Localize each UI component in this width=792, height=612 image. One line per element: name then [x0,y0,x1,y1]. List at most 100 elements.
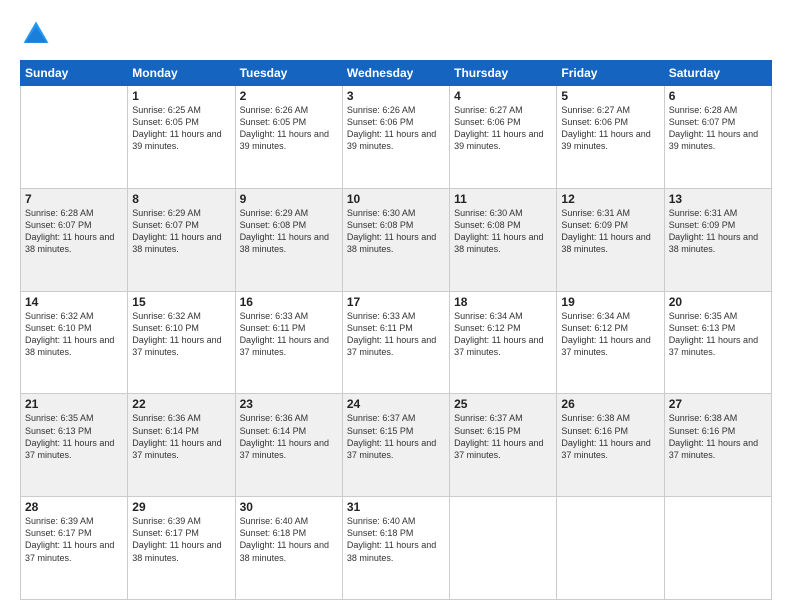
logo-icon [20,18,52,50]
day-number: 10 [347,192,445,206]
calendar-cell: 7Sunrise: 6:28 AM Sunset: 6:07 PM Daylig… [21,188,128,291]
calendar-cell: 24Sunrise: 6:37 AM Sunset: 6:15 PM Dayli… [342,394,449,497]
calendar-cell: 26Sunrise: 6:38 AM Sunset: 6:16 PM Dayli… [557,394,664,497]
cell-details: Sunrise: 6:28 AM Sunset: 6:07 PM Dayligh… [25,207,123,256]
calendar-cell: 14Sunrise: 6:32 AM Sunset: 6:10 PM Dayli… [21,291,128,394]
col-header-wednesday: Wednesday [342,61,449,86]
calendar-cell: 4Sunrise: 6:27 AM Sunset: 6:06 PM Daylig… [450,86,557,189]
cell-details: Sunrise: 6:33 AM Sunset: 6:11 PM Dayligh… [347,310,445,359]
cell-details: Sunrise: 6:40 AM Sunset: 6:18 PM Dayligh… [240,515,338,564]
cell-details: Sunrise: 6:27 AM Sunset: 6:06 PM Dayligh… [454,104,552,153]
calendar-cell: 29Sunrise: 6:39 AM Sunset: 6:17 PM Dayli… [128,497,235,600]
calendar-cell: 9Sunrise: 6:29 AM Sunset: 6:08 PM Daylig… [235,188,342,291]
day-number: 8 [132,192,230,206]
calendar-cell: 12Sunrise: 6:31 AM Sunset: 6:09 PM Dayli… [557,188,664,291]
logo [20,18,56,50]
calendar-cell: 21Sunrise: 6:35 AM Sunset: 6:13 PM Dayli… [21,394,128,497]
calendar-cell [664,497,771,600]
calendar-cell: 8Sunrise: 6:29 AM Sunset: 6:07 PM Daylig… [128,188,235,291]
cell-details: Sunrise: 6:38 AM Sunset: 6:16 PM Dayligh… [561,412,659,461]
cell-details: Sunrise: 6:28 AM Sunset: 6:07 PM Dayligh… [669,104,767,153]
calendar-cell: 5Sunrise: 6:27 AM Sunset: 6:06 PM Daylig… [557,86,664,189]
calendar-cell: 28Sunrise: 6:39 AM Sunset: 6:17 PM Dayli… [21,497,128,600]
cell-details: Sunrise: 6:37 AM Sunset: 6:15 PM Dayligh… [347,412,445,461]
cell-details: Sunrise: 6:31 AM Sunset: 6:09 PM Dayligh… [669,207,767,256]
calendar-cell: 13Sunrise: 6:31 AM Sunset: 6:09 PM Dayli… [664,188,771,291]
calendar-cell: 27Sunrise: 6:38 AM Sunset: 6:16 PM Dayli… [664,394,771,497]
cell-details: Sunrise: 6:36 AM Sunset: 6:14 PM Dayligh… [132,412,230,461]
cell-details: Sunrise: 6:29 AM Sunset: 6:07 PM Dayligh… [132,207,230,256]
day-number: 30 [240,500,338,514]
calendar-week-row: 7Sunrise: 6:28 AM Sunset: 6:07 PM Daylig… [21,188,772,291]
cell-details: Sunrise: 6:29 AM Sunset: 6:08 PM Dayligh… [240,207,338,256]
calendar-cell: 17Sunrise: 6:33 AM Sunset: 6:11 PM Dayli… [342,291,449,394]
cell-details: Sunrise: 6:33 AM Sunset: 6:11 PM Dayligh… [240,310,338,359]
cell-details: Sunrise: 6:31 AM Sunset: 6:09 PM Dayligh… [561,207,659,256]
day-number: 29 [132,500,230,514]
day-number: 17 [347,295,445,309]
day-number: 21 [25,397,123,411]
cell-details: Sunrise: 6:38 AM Sunset: 6:16 PM Dayligh… [669,412,767,461]
calendar-cell: 2Sunrise: 6:26 AM Sunset: 6:05 PM Daylig… [235,86,342,189]
cell-details: Sunrise: 6:30 AM Sunset: 6:08 PM Dayligh… [454,207,552,256]
calendar-cell: 11Sunrise: 6:30 AM Sunset: 6:08 PM Dayli… [450,188,557,291]
cell-details: Sunrise: 6:27 AM Sunset: 6:06 PM Dayligh… [561,104,659,153]
cell-details: Sunrise: 6:30 AM Sunset: 6:08 PM Dayligh… [347,207,445,256]
day-number: 2 [240,89,338,103]
calendar-cell [450,497,557,600]
cell-details: Sunrise: 6:40 AM Sunset: 6:18 PM Dayligh… [347,515,445,564]
day-number: 24 [347,397,445,411]
col-header-thursday: Thursday [450,61,557,86]
day-number: 4 [454,89,552,103]
cell-details: Sunrise: 6:35 AM Sunset: 6:13 PM Dayligh… [669,310,767,359]
cell-details: Sunrise: 6:26 AM Sunset: 6:05 PM Dayligh… [240,104,338,153]
day-number: 27 [669,397,767,411]
cell-details: Sunrise: 6:26 AM Sunset: 6:06 PM Dayligh… [347,104,445,153]
col-header-sunday: Sunday [21,61,128,86]
day-number: 28 [25,500,123,514]
col-header-tuesday: Tuesday [235,61,342,86]
day-number: 9 [240,192,338,206]
day-number: 22 [132,397,230,411]
day-number: 14 [25,295,123,309]
cell-details: Sunrise: 6:37 AM Sunset: 6:15 PM Dayligh… [454,412,552,461]
day-number: 23 [240,397,338,411]
cell-details: Sunrise: 6:36 AM Sunset: 6:14 PM Dayligh… [240,412,338,461]
cell-details: Sunrise: 6:34 AM Sunset: 6:12 PM Dayligh… [561,310,659,359]
calendar-cell [21,86,128,189]
day-number: 25 [454,397,552,411]
cell-details: Sunrise: 6:39 AM Sunset: 6:17 PM Dayligh… [25,515,123,564]
calendar-cell: 18Sunrise: 6:34 AM Sunset: 6:12 PM Dayli… [450,291,557,394]
day-number: 11 [454,192,552,206]
day-number: 16 [240,295,338,309]
day-number: 20 [669,295,767,309]
col-header-saturday: Saturday [664,61,771,86]
calendar-cell: 19Sunrise: 6:34 AM Sunset: 6:12 PM Dayli… [557,291,664,394]
cell-details: Sunrise: 6:32 AM Sunset: 6:10 PM Dayligh… [132,310,230,359]
calendar-cell: 16Sunrise: 6:33 AM Sunset: 6:11 PM Dayli… [235,291,342,394]
day-number: 15 [132,295,230,309]
calendar-week-row: 1Sunrise: 6:25 AM Sunset: 6:05 PM Daylig… [21,86,772,189]
calendar-cell: 25Sunrise: 6:37 AM Sunset: 6:15 PM Dayli… [450,394,557,497]
day-number: 1 [132,89,230,103]
calendar-header-row: SundayMondayTuesdayWednesdayThursdayFrid… [21,61,772,86]
day-number: 6 [669,89,767,103]
day-number: 18 [454,295,552,309]
page: SundayMondayTuesdayWednesdayThursdayFrid… [0,0,792,612]
day-number: 7 [25,192,123,206]
calendar-cell: 23Sunrise: 6:36 AM Sunset: 6:14 PM Dayli… [235,394,342,497]
calendar-week-row: 21Sunrise: 6:35 AM Sunset: 6:13 PM Dayli… [21,394,772,497]
calendar-cell: 10Sunrise: 6:30 AM Sunset: 6:08 PM Dayli… [342,188,449,291]
calendar-cell: 31Sunrise: 6:40 AM Sunset: 6:18 PM Dayli… [342,497,449,600]
header [20,18,772,50]
cell-details: Sunrise: 6:32 AM Sunset: 6:10 PM Dayligh… [25,310,123,359]
calendar-week-row: 28Sunrise: 6:39 AM Sunset: 6:17 PM Dayli… [21,497,772,600]
day-number: 12 [561,192,659,206]
calendar-cell: 22Sunrise: 6:36 AM Sunset: 6:14 PM Dayli… [128,394,235,497]
day-number: 3 [347,89,445,103]
day-number: 19 [561,295,659,309]
calendar-cell: 1Sunrise: 6:25 AM Sunset: 6:05 PM Daylig… [128,86,235,189]
cell-details: Sunrise: 6:35 AM Sunset: 6:13 PM Dayligh… [25,412,123,461]
calendar-week-row: 14Sunrise: 6:32 AM Sunset: 6:10 PM Dayli… [21,291,772,394]
col-header-friday: Friday [557,61,664,86]
